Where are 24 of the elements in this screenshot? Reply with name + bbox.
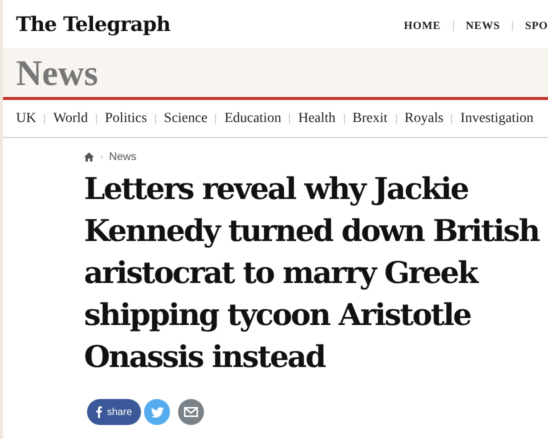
section-link[interactable]: Health <box>298 108 336 129</box>
logo[interactable]: The Telegraph <box>16 9 170 39</box>
envelope-icon <box>184 407 198 417</box>
breadcrumb-separator: › <box>100 150 103 164</box>
headline: Letters reveal why Jackie Kennedy turned down British aristocrat to marry Greek shipping tycoon Aristotle Onassis instead <box>84 171 540 377</box>
nav-link[interactable]: NEWS <box>466 18 500 34</box>
breadcrumb-link[interactable]: News <box>109 148 137 166</box>
section-link[interactable]: Brexit <box>352 108 388 129</box>
facebook-icon <box>96 406 102 418</box>
home-icon[interactable] <box>84 152 94 162</box>
section-link[interactable]: Education <box>224 108 282 129</box>
section-link[interactable]: Investigation <box>460 108 534 129</box>
twitter-share-button[interactable] <box>144 399 170 425</box>
nav-link[interactable]: SPO <box>525 18 548 34</box>
bird-icon <box>150 406 164 418</box>
email-share-button[interactable] <box>178 399 204 425</box>
section-link[interactable]: Royals <box>404 108 444 129</box>
section-link[interactable]: UK <box>16 108 36 129</box>
section-title: News <box>16 54 98 90</box>
section-link[interactable]: World <box>53 108 88 129</box>
nav-link[interactable]: HOME <box>404 18 441 34</box>
section-link[interactable]: Science <box>164 108 208 129</box>
section-link[interactable]: Politics <box>104 108 147 129</box>
facebook-share-button[interactable]: share <box>87 399 142 425</box>
